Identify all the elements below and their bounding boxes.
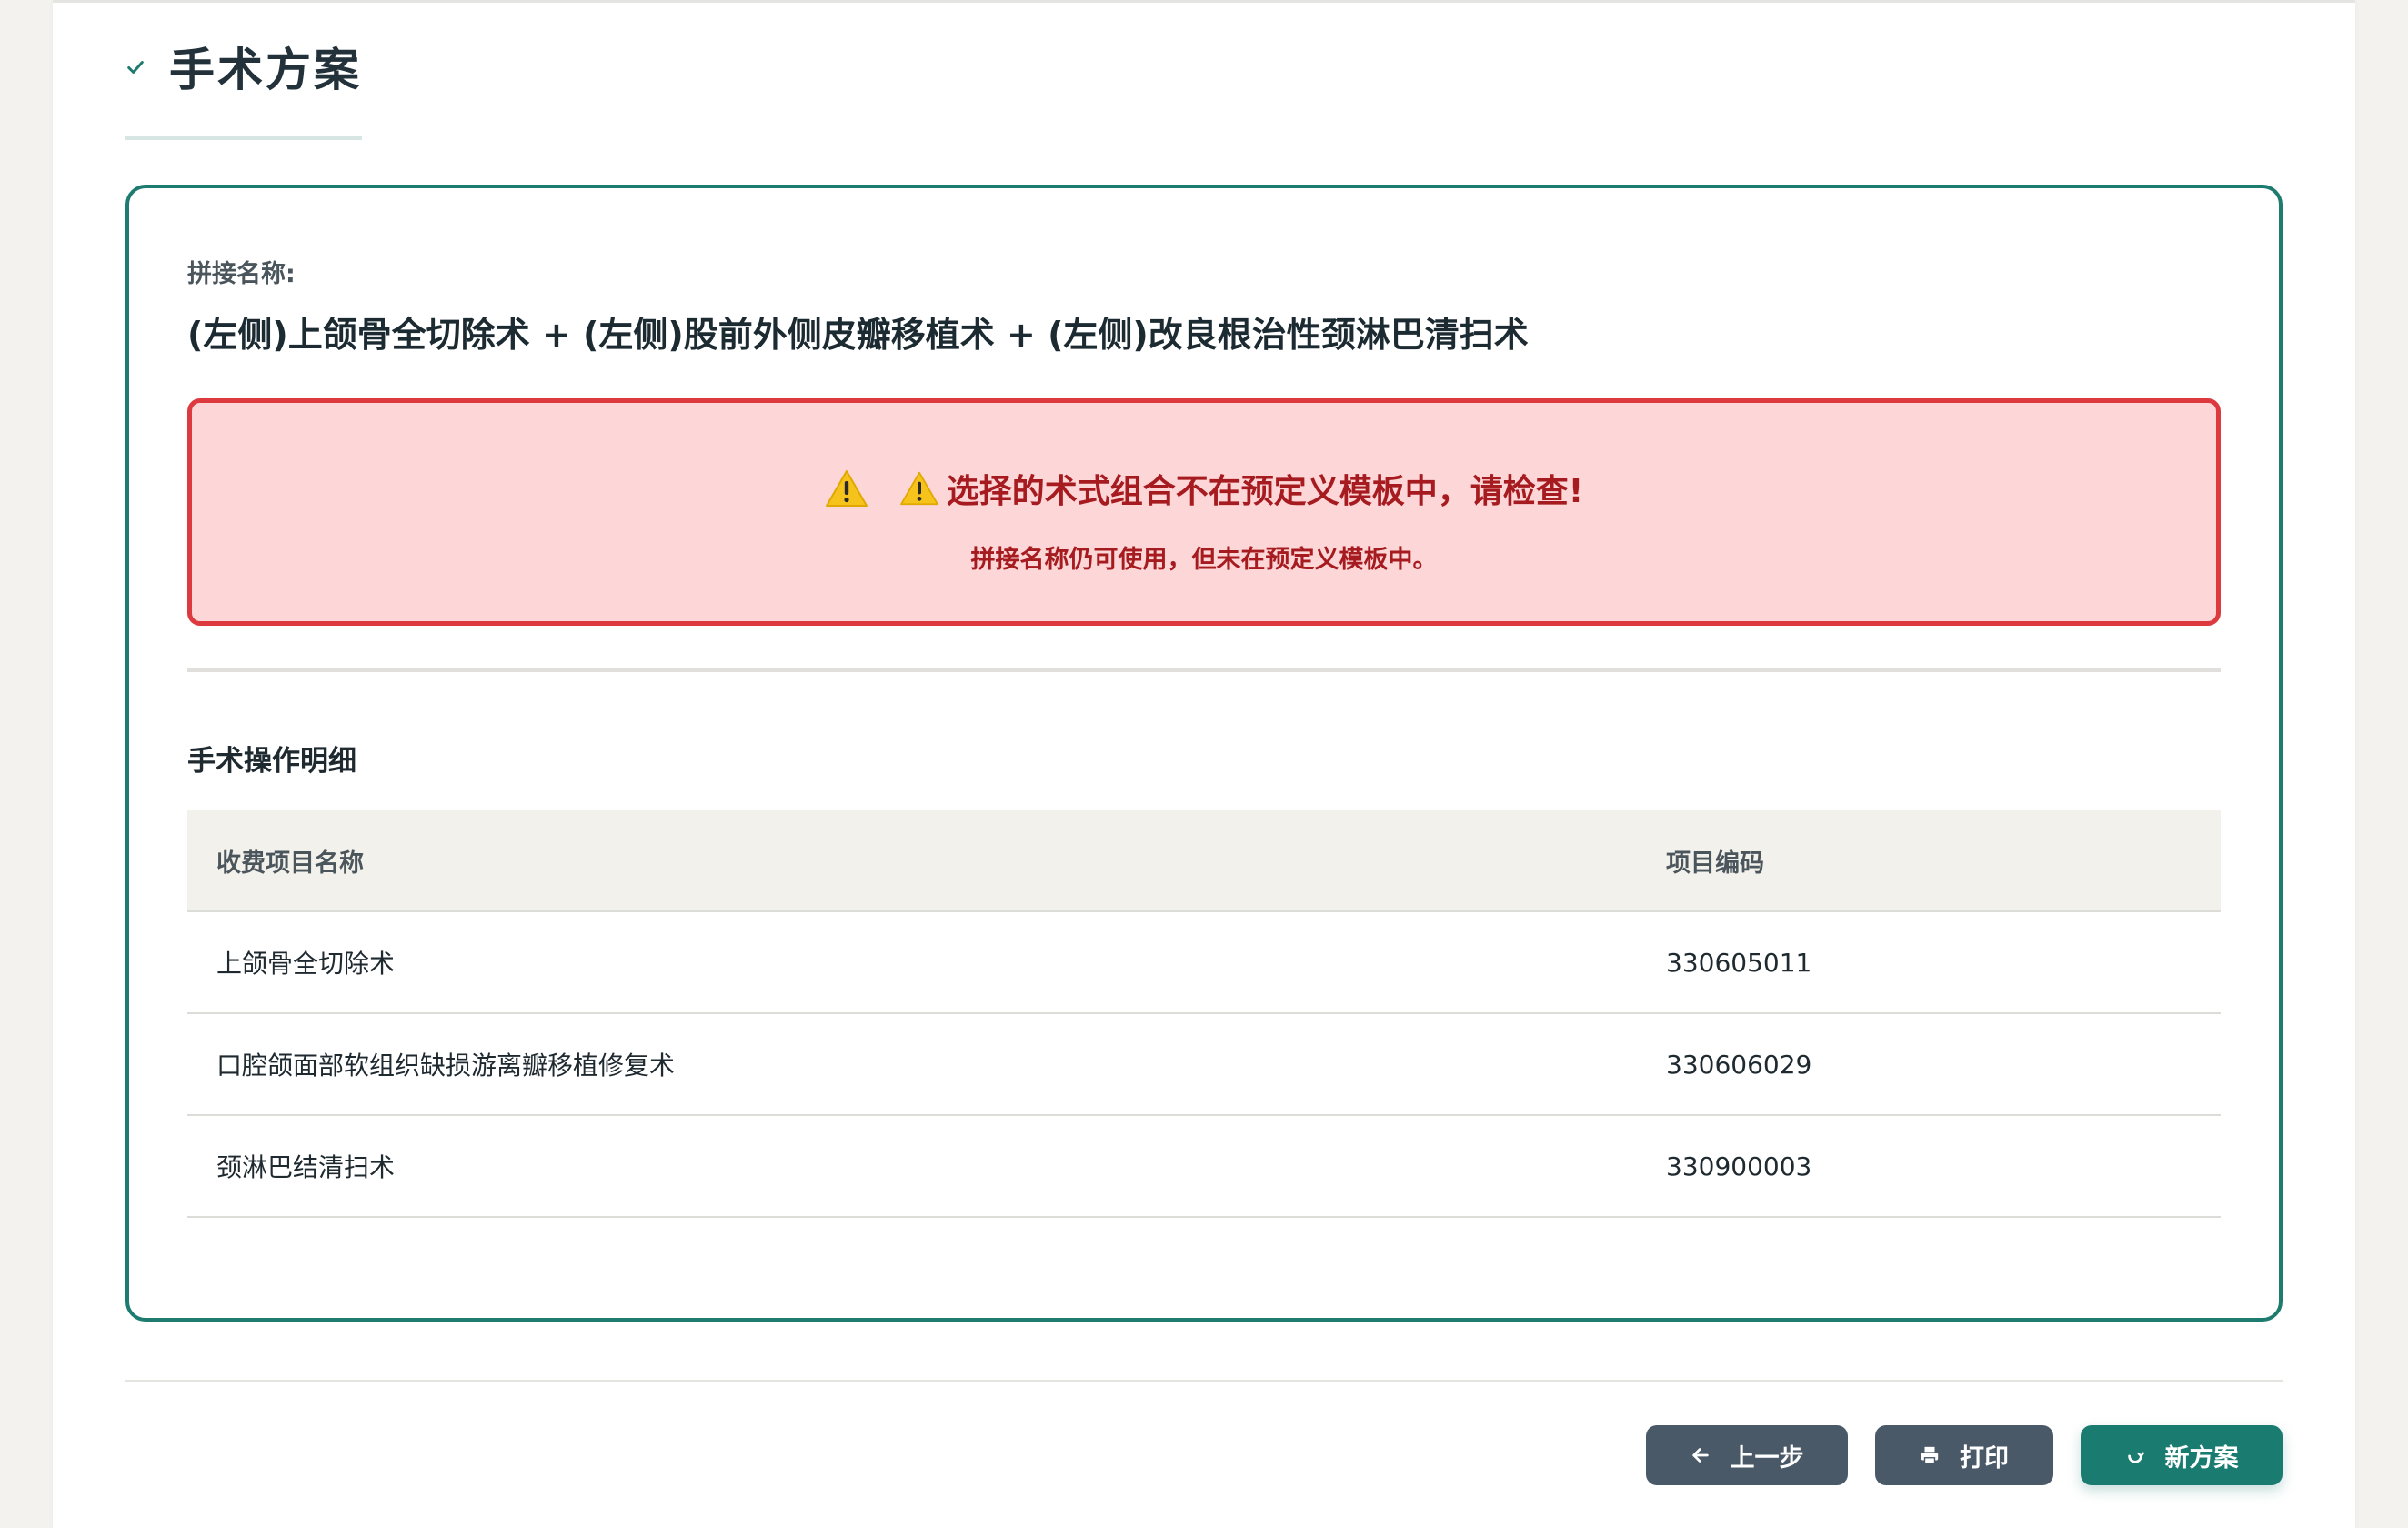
warning-alert: 选择的术式组合不在预定义模板中，请检查! 拼接名称仍可使用，但未在预定义模板中。 (187, 398, 2221, 626)
alert-title-row: 选择的术式组合不在预定义模板中，请检查! (192, 465, 2216, 512)
cell-item-code: 330606029 (1666, 1049, 1812, 1080)
combined-name-value: (左侧)上颌骨全切除术 + (左侧)股前外侧皮瓣移植术 + (左侧)改良根治性颈… (187, 315, 1529, 355)
plan-card: 拼接名称: (左侧)上颌骨全切除术 + (左侧)股前外侧皮瓣移植术 + (左侧)… (125, 185, 2283, 1322)
warning-icon (825, 470, 868, 507)
main-page: 手术方案 拼接名称: (左侧)上颌骨全切除术 + (左侧)股前外侧皮瓣移植术 +… (53, 0, 2355, 1528)
page-title: 手术方案 (169, 44, 362, 96)
refresh-icon (2127, 1452, 2144, 1463)
new-plan-label: 新方案 (2164, 1443, 2239, 1473)
table-row: 口腔颌面部软组织缺损游离瓣移植修复术 330606029 (187, 1014, 2221, 1116)
details-table: 收费项目名称 项目编码 上颌骨全切除术 330605011 口腔颌面部软组织缺损… (187, 810, 2221, 1218)
column-header-code: 项目编码 (1666, 849, 1764, 878)
page-header: 手术方案 (125, 34, 362, 99)
printer-icon (1921, 1446, 1939, 1464)
warning-icon (899, 471, 938, 506)
combined-name-label: 拼接名称: (187, 260, 296, 288)
section-divider (187, 668, 2221, 672)
alert-subtitle: 拼接名称仍可使用，但未在预定义模板中。 (970, 546, 1438, 574)
footer-divider (125, 1380, 2283, 1382)
table-row: 上颌骨全切除术 330605011 (187, 912, 2221, 1014)
alert-title: 选择的术式组合不在预定义模板中，请检查! (946, 473, 1584, 510)
check-icon (127, 61, 144, 74)
column-header-name: 收费项目名称 (216, 849, 364, 878)
details-title: 手术操作明细 (187, 745, 356, 778)
cell-item-code: 330605011 (1666, 947, 1812, 978)
title-underline (125, 136, 362, 140)
arrow-left-icon (1691, 1448, 1709, 1463)
print-button[interactable]: 打印 (1875, 1425, 2053, 1485)
cell-item-name: 上颌骨全切除术 (216, 949, 396, 979)
print-label: 打印 (1960, 1443, 2009, 1473)
previous-step-label: 上一步 (1730, 1443, 1804, 1473)
cell-item-name: 颈淋巴结清扫术 (216, 1152, 396, 1182)
cell-item-code: 330900003 (1666, 1151, 1812, 1181)
previous-step-button[interactable]: 上一步 (1646, 1425, 1848, 1485)
cell-item-name: 口腔颌面部软组织缺损游离瓣移植修复术 (216, 1050, 676, 1081)
table-header: 收费项目名称 项目编码 (187, 810, 2221, 912)
new-plan-button[interactable]: 新方案 (2081, 1425, 2283, 1485)
table-row: 颈淋巴结清扫术 330900003 (187, 1116, 2221, 1218)
